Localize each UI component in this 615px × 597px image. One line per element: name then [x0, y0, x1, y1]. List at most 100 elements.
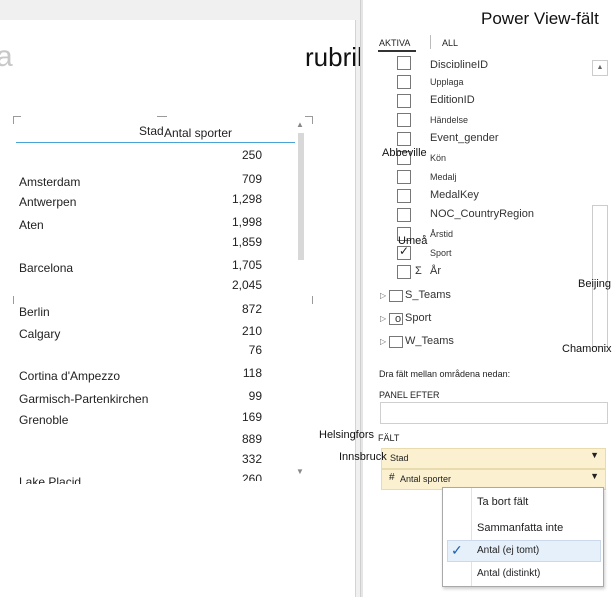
table-group-label[interactable]: Sport: [405, 312, 431, 324]
field-checkbox[interactable]: [397, 189, 411, 203]
table-scrollbar-thumb[interactable]: [298, 133, 304, 260]
expand-arrow-icon[interactable]: ▷: [380, 314, 386, 323]
table-cell-value: 250: [241, 148, 262, 162]
field-options-menu: ✓ Ta bort fält Sammanfatta inte Antal (e…: [442, 487, 604, 587]
field-scroll-up-icon[interactable]: ▲: [592, 60, 608, 76]
table-cell-value: 118: [242, 366, 262, 380]
check-icon: ✓: [451, 542, 463, 558]
floating-label: Innsbruck: [339, 451, 387, 463]
menu-item-count-not-empty[interactable]: Antal (ej tomt): [477, 545, 539, 556]
table-cell-city: Amsterdam: [19, 175, 81, 189]
table-cell-value: 332: [241, 452, 262, 466]
field-checkbox[interactable]: [397, 132, 411, 146]
table-corner-handle[interactable]: [305, 116, 313, 124]
chevron-down-icon[interactable]: ▼: [590, 471, 599, 481]
table-cell-city: Antwerpen: [19, 195, 77, 209]
table-cell-city: Barcelona: [19, 261, 74, 275]
active-tab-indicator: [378, 50, 416, 52]
field-label[interactable]: Upplaga: [430, 77, 464, 87]
field-label[interactable]: NOC_CountryRegion: [430, 208, 534, 220]
field-checkbox[interactable]: [397, 265, 411, 279]
header-underline: [16, 142, 295, 143]
field-label[interactable]: Sport: [430, 248, 452, 258]
table-cell-value: 169: [241, 410, 262, 424]
field-label[interactable]: Event_gender: [430, 132, 499, 144]
table-cell-city: Berlin: [19, 305, 50, 319]
table-scroll-up-icon[interactable]: ▲: [296, 120, 304, 129]
field-label[interactable]: MedalKey: [430, 189, 479, 201]
table-edge-handle[interactable]: [13, 296, 21, 304]
field-checkbox[interactable]: [397, 94, 411, 108]
field-label[interactable]: EditionID: [430, 94, 475, 106]
panel-title: Power View-fält: [481, 9, 599, 28]
column-header-antal-sporter[interactable]: Antal sporter: [164, 126, 232, 140]
field-scrollbar[interactable]: [592, 205, 608, 347]
report-canvas: [0, 20, 356, 597]
field-well-label: Stad: [390, 453, 409, 463]
fields-label: FÄLT: [378, 433, 400, 443]
expand-arrow-icon[interactable]: ▷: [380, 337, 386, 346]
table-cell-city: Calgary: [19, 327, 61, 341]
panel-after-drop-zone[interactable]: [380, 402, 608, 424]
table-cell-city: Cortina d'Ampezzo: [19, 369, 121, 383]
tab-all[interactable]: ALL: [442, 38, 458, 48]
table-cell-value: 1,705: [231, 258, 262, 272]
chevron-down-icon[interactable]: ▼: [590, 450, 599, 460]
table-cell-value: 2,045: [231, 278, 262, 292]
field-label[interactable]: Händelse: [430, 115, 468, 125]
column-header-stad[interactable]: Stad: [139, 124, 164, 138]
group-prefix: o: [395, 313, 402, 325]
floating-label: Umeå: [398, 235, 428, 247]
numeric-field-icon: #: [389, 472, 395, 483]
field-label[interactable]: År: [430, 265, 441, 277]
table-group-label[interactable]: S_Teams: [405, 289, 451, 301]
menu-item-do-not-summarize[interactable]: Sammanfatta inte: [477, 522, 563, 534]
table-edge-handle[interactable]: [305, 296, 313, 304]
table-cell-value: 1,859: [231, 235, 262, 249]
table-cell-value: 76: [248, 343, 262, 357]
table-cell-value: 1,298: [231, 192, 262, 206]
field-well-label: Antal sporter: [400, 474, 452, 484]
table-cell-city: Aten: [19, 218, 44, 232]
table-corner-handle[interactable]: [13, 116, 21, 124]
field-checkbox[interactable]: [397, 56, 411, 70]
table-cell-value: 872: [241, 302, 262, 316]
table-group-label[interactable]: W_Teams: [405, 335, 454, 347]
floating-label: Chamonix: [562, 343, 612, 355]
field-label[interactable]: Medalj: [430, 172, 457, 182]
expand-arrow-icon[interactable]: ▷: [380, 291, 386, 300]
menu-item-count-distinct[interactable]: Antal (distinkt): [477, 568, 540, 579]
menu-item-remove-field[interactable]: Ta bort fält: [477, 496, 528, 508]
field-checkbox[interactable]: [397, 170, 411, 184]
table-cell-value: 260: [241, 472, 262, 481]
field-checkbox[interactable]: [397, 208, 411, 222]
field-label[interactable]: DisciplineID: [430, 59, 488, 68]
table-cell-value: 210: [241, 324, 262, 338]
field-checkbox[interactable]: [397, 244, 411, 260]
field-checkbox[interactable]: [397, 113, 411, 127]
field-checkbox[interactable]: [397, 75, 411, 89]
table-icon: [389, 336, 403, 348]
table-cell-value: 1,998: [231, 215, 262, 229]
ghost-title-text: a: [0, 40, 13, 73]
field-label[interactable]: Kön: [430, 153, 446, 163]
tab-separator: [430, 35, 431, 49]
field-label[interactable]: Årstid: [430, 229, 453, 239]
tab-active[interactable]: AKTIVA: [379, 38, 410, 48]
floating-label: Abbeville: [382, 147, 427, 159]
table-cell-value: 709: [241, 172, 262, 186]
table-cell-value: 99: [248, 389, 262, 403]
floating-label: Helsingfors: [319, 429, 375, 441]
drag-hint-text: Dra fält mellan områdena nedan:: [379, 369, 511, 379]
table-cell-value: 889: [241, 432, 262, 446]
table-cell-city: Lake Placid: [19, 475, 82, 484]
sigma-icon: Σ: [415, 265, 422, 277]
menu-gutter: [471, 488, 472, 586]
floating-label: Beijing: [578, 278, 612, 290]
table-edge-handle[interactable]: [157, 116, 167, 124]
field-well-stad[interactable]: Stad ▼: [381, 448, 606, 469]
table-scroll-down-icon[interactable]: ▼: [296, 467, 304, 476]
panel-after-label: PANEL EFTER: [379, 390, 440, 400]
table-cell-city: Garmisch-Partenkirchen: [19, 392, 149, 406]
table-cell-city: Grenoble: [19, 413, 69, 427]
